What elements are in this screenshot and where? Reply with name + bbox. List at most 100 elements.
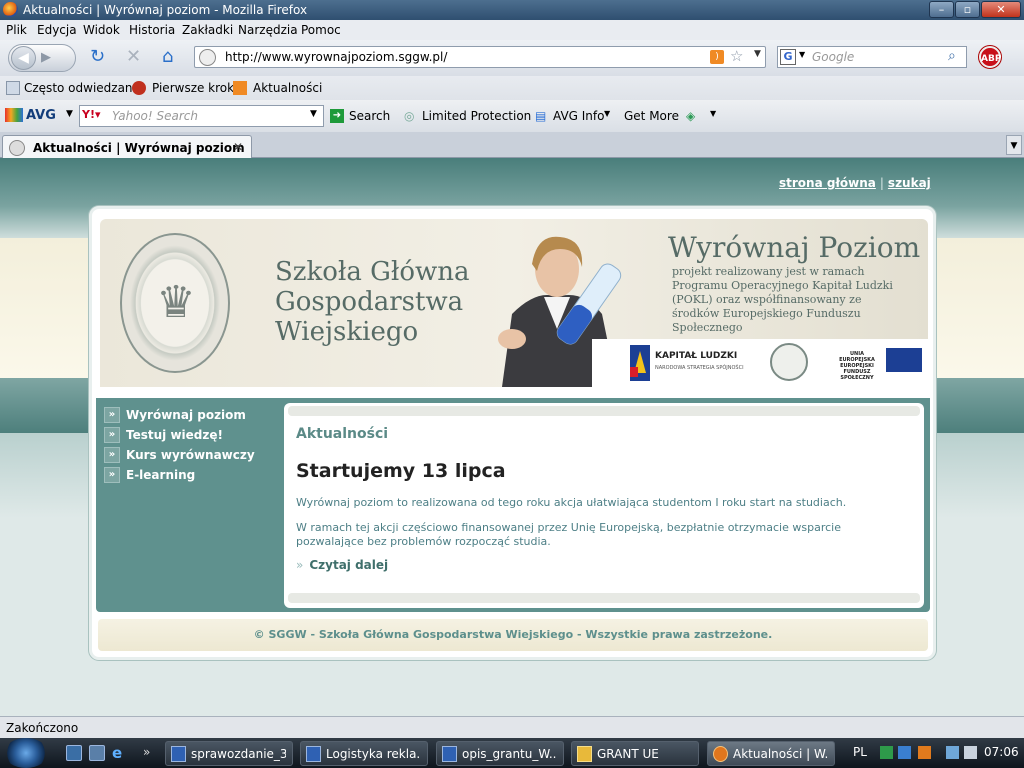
header-banner: ♛ Szkoła Główna Gospodarstwa Wiejskiego … — [100, 219, 928, 387]
project-title: Wyrównaj Poziom — [668, 231, 921, 264]
menu-historia[interactable]: Historia — [129, 23, 175, 37]
yahoo-icon[interactable]: Y!▾ — [82, 108, 101, 121]
task-logistyka[interactable]: Logistyka rekla... — [300, 741, 428, 766]
nav-label[interactable]: Kurs wyrównawczy — [126, 448, 255, 462]
minimize-button[interactable]: – — [929, 1, 954, 18]
url-bar[interactable]: http://www.wyrownajpoziom.sggw.pl/ ) ☆ ▼ — [194, 46, 766, 68]
nav-item-elearning[interactable]: » E-learning — [104, 466, 284, 486]
back-forward-group: ◀ ▶ — [8, 44, 76, 72]
adblock-icon[interactable]: ABP — [979, 46, 1001, 68]
tab-aktualnosci[interactable]: Aktualności | Wyrównaj poziom ✕ — [2, 135, 252, 159]
get-more-button[interactable]: Get More — [624, 109, 679, 123]
menu-plik[interactable]: Plik — [6, 23, 27, 37]
task-opis-grantu[interactable]: opis_grantu_W... — [436, 741, 564, 766]
menu-zakladki[interactable]: Zakładki — [182, 23, 233, 37]
reload-icon[interactable]: ↻ — [90, 46, 105, 68]
panel-bottom-bar — [288, 593, 920, 603]
tab-close-icon[interactable]: ✕ — [233, 140, 243, 154]
project-description: projekt realizowany jest w ramach Progra… — [672, 265, 893, 334]
close-button[interactable]: ✕ — [981, 1, 1021, 18]
google-search-box[interactable]: G ▼ Google ⌕ — [777, 46, 967, 68]
language-indicator[interactable]: PL — [853, 745, 867, 759]
nav-item-kurs[interactable]: » Kurs wyrównawczy — [104, 446, 284, 466]
menu-edycja[interactable]: Edycja — [37, 23, 77, 37]
yahoo-search-box[interactable]: Y!▾ Yahoo! Search ▼ — [79, 105, 324, 127]
read-more-label[interactable]: Czytaj dalej — [309, 558, 388, 572]
back-button[interactable]: ◀ — [11, 46, 36, 70]
protection-icon: ◎ — [404, 109, 415, 123]
task-grant-ue[interactable]: GRANT UE — [571, 741, 699, 766]
avg-search-icon: ➜ — [330, 109, 344, 123]
sggw-seal-icon: ♛ — [120, 233, 230, 373]
read-more-link[interactable]: » Czytaj dalej — [296, 558, 388, 572]
status-bar: Zakończono — [0, 716, 1024, 738]
tray-app-icon[interactable] — [880, 746, 893, 759]
rss-bookmark-icon — [233, 81, 247, 95]
engine-dropdown-icon[interactable]: ▼ — [799, 50, 805, 59]
home-link[interactable]: strona główna — [779, 176, 876, 190]
menu-pomoc[interactable]: Pomoc — [301, 23, 341, 37]
yahoo-search-placeholder: Yahoo! Search — [112, 109, 198, 123]
menu-narzedzia[interactable]: Narzędzia — [238, 23, 298, 37]
task-sprawozdanie[interactable]: sprawozdanie_3... — [165, 741, 293, 766]
limited-protection-button[interactable]: Limited Protection — [422, 109, 531, 123]
site-icon — [199, 49, 216, 66]
eu-flag-icon — [886, 348, 922, 372]
site-frame: ♛ Szkoła Główna Gospodarstwa Wiejskiego … — [89, 206, 936, 660]
section-title: Aktualności — [296, 426, 389, 442]
tray-monitor-icon[interactable] — [946, 746, 959, 759]
kapital-ludzki-text: KAPITAŁ LUDZKI — [655, 351, 738, 361]
search-icon[interactable]: ⌕ — [948, 48, 956, 64]
search-link[interactable]: szukaj — [888, 176, 931, 190]
nav-item-wyrownaj[interactable]: » Wyrównaj poziom — [104, 406, 284, 426]
page-content: strona główna | szukaj ♛ Szkoła Główna Gos… — [0, 158, 1024, 716]
task-firefox[interactable]: Aktualności | W... — [707, 741, 835, 766]
avg-logo[interactable]: AVG — [26, 108, 56, 123]
nav-label[interactable]: Testuj wiedzę! — [126, 428, 223, 442]
show-desktop-icon[interactable] — [66, 745, 82, 761]
avg-info-icon: ▤ — [535, 109, 547, 123]
bookmark-star-icon[interactable]: ☆ — [730, 47, 743, 65]
google-icon[interactable]: G — [780, 49, 796, 65]
internet-explorer-icon[interactable]: e — [112, 745, 128, 761]
tray-network-icon[interactable] — [898, 746, 911, 759]
firefox-task-icon — [713, 746, 728, 762]
url-dropdown-icon[interactable]: ▼ — [754, 49, 761, 59]
avg-search-button[interactable]: Search — [349, 109, 390, 123]
clock[interactable]: 07:06 — [984, 745, 1019, 759]
nav-item-testuj[interactable]: » Testuj wiedzę! — [104, 426, 284, 446]
forward-button[interactable]: ▶ — [41, 50, 51, 65]
bookmark-pierwsze[interactable]: Pierwsze kroki — [152, 81, 237, 95]
task-label: GRANT UE — [597, 747, 659, 761]
maximize-button[interactable]: ▫ — [955, 1, 980, 18]
bookmark-czesto[interactable]: Często odwiedzane — [24, 81, 140, 95]
avg-info-button[interactable]: AVG Info — [553, 109, 604, 123]
start-button[interactable] — [4, 738, 48, 768]
google-search-placeholder: Google — [812, 50, 855, 64]
title-bar: Aktualności | Wyrównaj poziom - Mozilla … — [0, 0, 1024, 20]
switch-windows-icon[interactable] — [89, 745, 105, 761]
rss-icon[interactable]: ) — [710, 50, 724, 64]
nav-label[interactable]: Wyrównaj poziom — [126, 408, 246, 422]
volume-icon[interactable] — [964, 746, 977, 759]
home-icon[interactable]: ⌂ — [162, 46, 173, 68]
menu-widok[interactable]: Widok — [83, 23, 120, 37]
avg-info-dropdown-icon[interactable]: ▼ — [604, 109, 610, 118]
avg-extra-dropdown-icon[interactable]: ▼ — [710, 109, 716, 118]
window-title: Aktualności | Wyrównaj poziom - Mozilla … — [23, 3, 308, 17]
quicklaunch-more-icon[interactable]: » — [143, 745, 159, 761]
avg-extra-icon[interactable]: ◈ — [686, 109, 695, 123]
status-text: Zakończono — [6, 721, 79, 735]
nav-label[interactable]: E-learning — [126, 468, 195, 482]
avg-dropdown-icon[interactable]: ▼ — [66, 109, 73, 119]
tab-list-dropdown-icon[interactable]: ▼ — [1006, 135, 1022, 155]
url-text[interactable]: http://www.wyrownajpoziom.sggw.pl/ — [225, 50, 447, 64]
bookmark-aktualnosci[interactable]: Aktualności — [253, 81, 322, 95]
tab-site-icon — [9, 140, 25, 156]
yahoo-dropdown-icon[interactable]: ▼ — [310, 109, 317, 119]
stop-icon[interactable]: ✕ — [126, 46, 141, 68]
task-label: sprawozdanie_3... — [191, 747, 286, 761]
tray-update-icon[interactable] — [918, 746, 931, 759]
university-name[interactable]: Szkoła Główna Gospodarstwa Wiejskiego — [275, 257, 495, 347]
firefox-icon — [3, 2, 18, 17]
